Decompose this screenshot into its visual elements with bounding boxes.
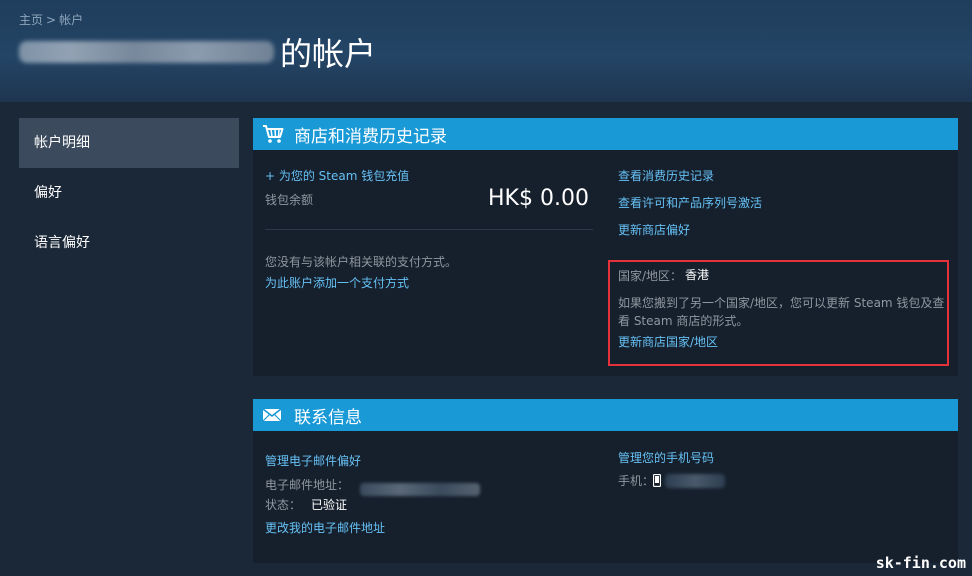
breadcrumb: 主页 > 帐户 — [19, 11, 83, 28]
email-value-blurred — [360, 479, 480, 498]
breadcrumb-current[interactable]: 帐户 — [59, 13, 83, 27]
blurred-username — [19, 41, 274, 63]
page-header: 主页 > 帐户 的帐户 — [0, 0, 972, 102]
country-label: 国家/地区： — [618, 269, 683, 283]
update-store-preferences-link[interactable]: 更新商店偏好 — [618, 221, 690, 238]
sidebar-item-account-details[interactable]: 帐户明细 — [19, 118, 239, 168]
contact-section-header: 联系信息 — [253, 399, 958, 431]
watermark: sk-fin.com — [875, 554, 966, 572]
country-value: 香港 — [685, 268, 710, 282]
phone-label: 手机： — [618, 474, 655, 488]
email-status-label: 状态： — [265, 498, 302, 512]
update-store-country-link[interactable]: 更新商店国家/地区 — [618, 333, 718, 350]
cart-icon — [262, 124, 284, 144]
breadcrumb-home-link[interactable]: 主页 — [19, 13, 43, 27]
manage-phone-link[interactable]: 管理您的手机号码 — [618, 449, 714, 466]
page-title: 的帐户 — [19, 30, 376, 74]
view-licenses-link[interactable]: 查看许可和产品序列号激活 — [618, 194, 762, 211]
contact-info-section: 联系信息 管理电子邮件偏好 电子邮件地址： 状态： 已验证 更改我的电子邮件地址… — [253, 399, 958, 563]
breadcrumb-separator: > — [46, 13, 57, 27]
email-status-value: 已验证 — [311, 498, 348, 512]
store-section-header: 商店和消费历史记录 — [253, 118, 958, 150]
phone-value — [652, 470, 725, 489]
country-change-note-line1: 如果您搬到了另一个国家/地区，您可以更新 Steam 钱包及查 — [618, 296, 945, 310]
envelope-icon — [262, 405, 284, 425]
wallet-divider — [265, 229, 593, 230]
sidebar-item-language-preferences[interactable]: 语言偏好 — [19, 218, 239, 268]
add-wallet-funds-link[interactable]: + 为您的 Steam 钱包充值 — [265, 167, 409, 184]
page-title-text: 的帐户 — [280, 35, 377, 73]
wallet-balance-label: 钱包余额 — [265, 193, 314, 207]
change-email-link[interactable]: 更改我的电子邮件地址 — [265, 519, 385, 536]
sidebar: 帐户明细 偏好 语言偏好 — [19, 118, 239, 268]
account-page: 主页 > 帐户 的帐户 帐户明细 偏好 语言偏好 商店和消费历史记录 + 为您的… — [0, 0, 972, 576]
view-purchase-history-link[interactable]: 查看消费历史记录 — [618, 167, 714, 184]
store-history-section: 商店和消费历史记录 + 为您的 Steam 钱包充值 钱包余额 HK$ 0.00… — [253, 118, 958, 376]
wallet-balance-value: HK$ 0.00 — [488, 186, 589, 211]
no-payment-method-text: 您没有与该帐户相关联的支付方式。 — [265, 255, 458, 269]
country-change-note-line2: 看 Steam 商店的形式。 — [618, 314, 749, 328]
manage-email-preferences-link[interactable]: 管理电子邮件偏好 — [265, 452, 361, 469]
email-label: 电子邮件地址： — [265, 478, 350, 492]
add-payment-method-link[interactable]: 为此账户添加一个支付方式 — [265, 274, 409, 291]
sidebar-item-preferences[interactable]: 偏好 — [19, 168, 239, 218]
mobile-phone-icon — [652, 473, 662, 488]
contact-section-title: 联系信息 — [294, 407, 362, 428]
store-section-title: 商店和消费历史记录 — [294, 126, 447, 147]
